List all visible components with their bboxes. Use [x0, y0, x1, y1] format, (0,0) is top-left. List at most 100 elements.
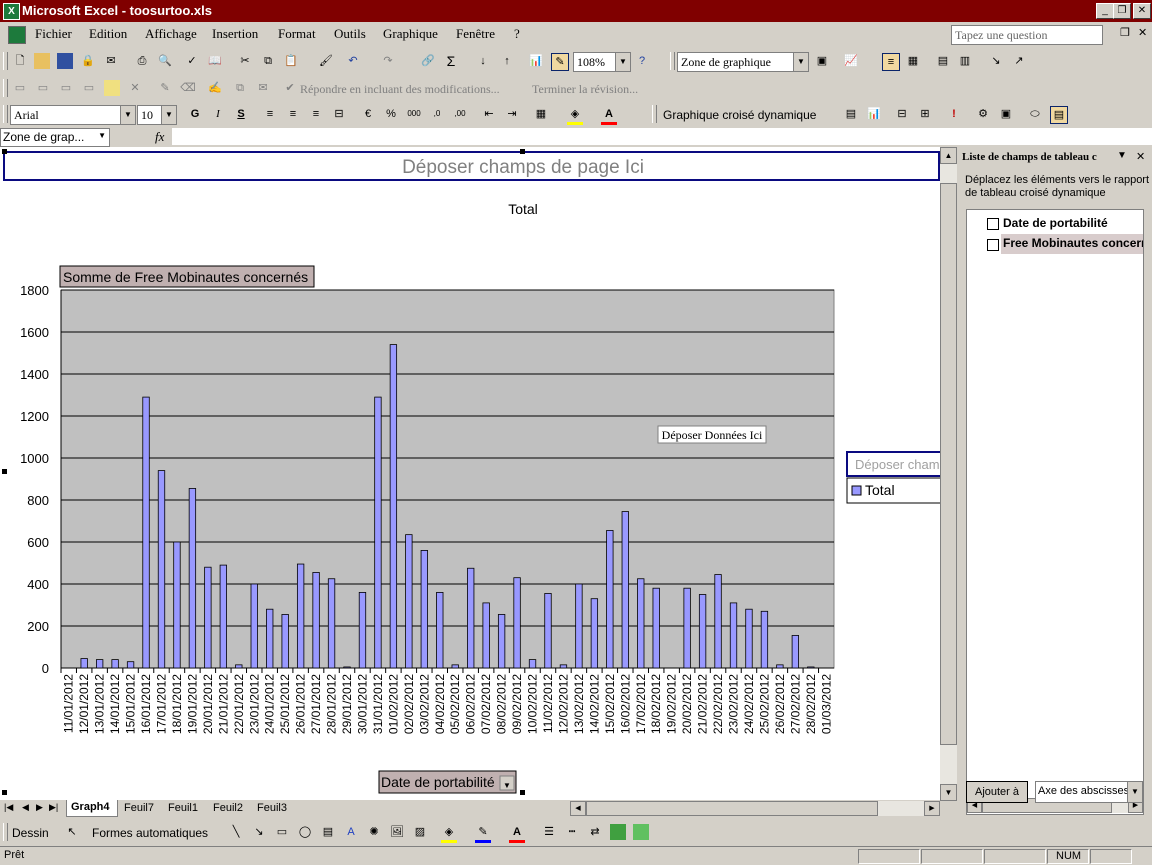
chevron-down-icon[interactable]: ▼ — [98, 131, 106, 140]
format-chart-area-icon[interactable]: ▣ — [814, 53, 830, 69]
selection-handle[interactable] — [2, 469, 7, 474]
align-left-icon[interactable]: ≡ — [262, 106, 278, 122]
bar[interactable] — [807, 666, 815, 669]
bar[interactable] — [219, 564, 227, 669]
hide-detail-icon[interactable]: ⊟ — [894, 106, 910, 122]
diagram-icon[interactable]: ✺ — [366, 824, 382, 840]
line-icon[interactable]: ╲ — [228, 824, 244, 840]
increase-indent-icon[interactable]: ⇥ — [504, 106, 520, 122]
data-table-icon[interactable]: ▦ — [905, 53, 921, 69]
italic-button[interactable]: I — [210, 106, 226, 122]
by-column-icon[interactable]: ▥ — [957, 53, 973, 69]
bar[interactable] — [358, 591, 367, 669]
print-preview-icon[interactable]: 🔍 — [157, 53, 173, 69]
arrow-icon[interactable]: ↘ — [251, 824, 267, 840]
menu-fichier[interactable]: Fichier — [35, 26, 72, 42]
first-sheet-icon[interactable]: |◀ — [4, 802, 13, 813]
bar[interactable] — [250, 583, 258, 669]
font-size-select[interactable]: 10 ▼ — [137, 105, 177, 125]
workbook-close-icon[interactable]: ✕ — [1138, 26, 1147, 39]
name-box[interactable]: Zone de grap... ▼ — [0, 128, 110, 147]
merge-center-icon[interactable]: ⊟ — [331, 106, 347, 122]
zoom-select[interactable]: 108% ▼ — [573, 52, 631, 72]
bar[interactable] — [544, 593, 552, 669]
open-icon[interactable] — [34, 53, 50, 69]
fill-color-icon[interactable]: ◈ — [567, 106, 583, 125]
menu-insertion[interactable]: Insertion — [212, 26, 258, 42]
bar[interactable] — [482, 602, 490, 669]
bar[interactable] — [188, 488, 197, 669]
bar[interactable] — [389, 344, 398, 669]
underline-button[interactable]: S — [233, 106, 249, 122]
draw-font-color-icon[interactable]: A — [509, 824, 525, 843]
sort-desc-icon[interactable]: ↑ — [499, 53, 515, 69]
selection-handle[interactable] — [520, 790, 525, 795]
bar[interactable] — [760, 610, 769, 669]
research-icon[interactable]: 📖 — [207, 53, 223, 69]
bar[interactable] — [606, 530, 614, 669]
bar[interactable] — [467, 567, 475, 669]
field-item[interactable]: Date de portabilité — [967, 214, 1143, 232]
chevron-down-icon[interactable]: ▼ — [161, 106, 176, 124]
sheet-tab-active[interactable]: Graph4 — [66, 800, 118, 817]
oval-icon[interactable]: ◯ — [297, 824, 313, 840]
fx-icon[interactable]: fx — [155, 129, 164, 145]
bar[interactable] — [513, 577, 521, 669]
bar[interactable] — [173, 541, 181, 669]
sheet-tab[interactable]: Feuil1 — [168, 802, 198, 814]
new-icon[interactable]: 🗋 — [12, 53, 28, 69]
menu-affichage[interactable]: Affichage — [145, 26, 197, 42]
menu-format[interactable]: Format — [278, 26, 316, 42]
prev-sheet-icon[interactable]: ◀ — [22, 802, 29, 813]
bar[interactable] — [528, 659, 537, 669]
bar[interactable] — [451, 664, 459, 669]
hide-field-buttons-icon[interactable]: ⬭ — [1027, 106, 1043, 122]
bar[interactable] — [266, 608, 274, 669]
menu-outils[interactable]: Outils — [334, 26, 366, 42]
show-all-comments-icon[interactable] — [104, 80, 120, 96]
increase-decimal-icon[interactable]: ,0 — [429, 106, 445, 122]
menu-help[interactable]: ? — [514, 26, 520, 42]
bar[interactable] — [405, 534, 413, 669]
next-sheet-icon[interactable]: ▶ — [36, 802, 43, 813]
save-icon[interactable] — [57, 53, 73, 69]
menu-graphique[interactable]: Graphique — [383, 26, 438, 42]
decrease-decimal-icon[interactable]: ,00 — [452, 106, 468, 122]
minimize-icon[interactable]: _ — [1096, 3, 1114, 19]
menu-edition[interactable]: Edition — [89, 26, 127, 42]
taskpane-menu-icon[interactable]: ▼ — [1117, 150, 1127, 161]
selection-handle[interactable] — [520, 149, 525, 154]
chevron-down-icon[interactable]: ▼ — [615, 53, 630, 71]
bar[interactable] — [420, 549, 428, 669]
bar[interactable] — [590, 598, 599, 669]
spelling-icon[interactable]: ✓ — [184, 53, 200, 69]
print-icon[interactable]: ⎙ — [134, 53, 150, 69]
help-question-box[interactable]: Tapez une question — [951, 25, 1103, 45]
bar[interactable] — [497, 614, 506, 669]
chart-wizard-icon[interactable]: 📊 — [528, 53, 544, 69]
refresh-data-icon[interactable]: ! — [946, 106, 962, 122]
textbox-icon[interactable]: ▤ — [320, 824, 336, 840]
autoshapes-menu[interactable]: Formes automatiques — [92, 826, 208, 840]
show-fields-icon[interactable]: ▣ — [998, 106, 1014, 122]
bar[interactable] — [296, 563, 305, 669]
format-painter-icon[interactable]: 🖌 — [318, 53, 334, 69]
sheet-tab[interactable]: Feuil7 — [124, 802, 154, 814]
show-detail-icon[interactable]: ⊞ — [917, 106, 933, 122]
decrease-indent-icon[interactable]: ⇤ — [481, 106, 497, 122]
bar[interactable] — [157, 470, 166, 669]
chart-type-icon[interactable]: 📈 — [843, 53, 859, 69]
end-review-label[interactable]: Terminer la révision... — [532, 82, 638, 97]
reply-with-changes-label[interactable]: Répondre en incluant des modifications..… — [300, 82, 500, 97]
bar[interactable] — [698, 594, 707, 669]
dash-style-icon[interactable]: ┅ — [564, 824, 580, 840]
bold-button[interactable]: G — [187, 106, 203, 122]
scroll-up-icon[interactable]: ▲ — [940, 147, 957, 164]
bar[interactable] — [111, 659, 119, 669]
bar[interactable] — [312, 572, 320, 669]
field-settings-icon[interactable]: ⚙ — [975, 106, 991, 122]
menu-fenetre[interactable]: Fenêtre — [456, 26, 495, 42]
bar[interactable] — [575, 583, 583, 669]
legend-icon[interactable]: ≡ — [882, 53, 900, 71]
bar[interactable] — [343, 666, 351, 669]
